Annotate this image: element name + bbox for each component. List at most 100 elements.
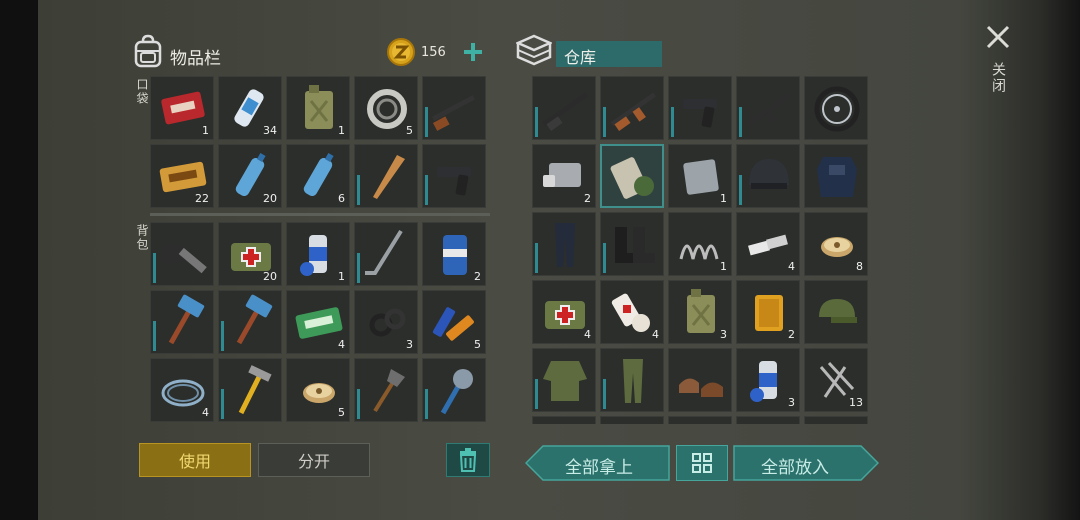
inventory-slot[interactable]: 4 — [150, 358, 214, 422]
durability-bar — [739, 107, 742, 137]
close-icon — [986, 25, 1010, 49]
inventory-slot[interactable] — [218, 358, 282, 422]
storage-title-box: 仓库 — [556, 41, 662, 67]
inventory-slot[interactable] — [422, 76, 486, 140]
inventory-slot[interactable] — [600, 76, 664, 140]
sort-grid-button[interactable] — [676, 445, 728, 481]
inventory-slot[interactable]: 34 — [218, 76, 282, 140]
item-count: 1 — [720, 192, 727, 205]
inventory-slot[interactable] — [150, 222, 214, 286]
durability-bar — [425, 107, 428, 137]
inventory-slot[interactable]: 1 — [668, 212, 732, 276]
inventory-slot[interactable] — [150, 290, 214, 354]
inventory-slot[interactable] — [804, 76, 868, 140]
inventory-slot[interactable] — [354, 222, 418, 286]
split-button[interactable]: 分开 — [258, 443, 370, 477]
inventory-slot[interactable]: 2 — [532, 144, 596, 208]
inventory-slot[interactable]: 22 — [150, 144, 214, 208]
item-count: 2 — [584, 192, 591, 205]
inventory-slot[interactable] — [354, 144, 418, 208]
inventory-slot[interactable] — [804, 280, 868, 344]
rifle-icon — [542, 92, 589, 131]
inventory-slot-partial[interactable] — [668, 416, 732, 424]
add-coins-button[interactable] — [462, 41, 484, 63]
inventory-slot[interactable]: 3 — [736, 348, 800, 412]
item-count: 5 — [474, 338, 481, 351]
inventory-slot[interactable] — [600, 144, 664, 208]
inventory-title: 物品栏 — [170, 49, 221, 69]
inventory-slot[interactable]: 1 — [150, 76, 214, 140]
inventory-slot[interactable]: 1 — [668, 144, 732, 208]
inventory-slot[interactable]: 1 — [286, 222, 350, 286]
inventory-slot[interactable] — [736, 76, 800, 140]
inventory-slot[interactable]: 13 — [804, 348, 868, 412]
backpack-label: 背包 — [135, 224, 149, 252]
wheel-icon — [814, 86, 860, 132]
storage-scroll-area[interactable]: 2 1 1 4 8 4 4 3 2 3 13 — [532, 76, 872, 424]
inventory-slot[interactable] — [354, 358, 418, 422]
item-count: 2 — [788, 328, 795, 341]
inventory-slot[interactable] — [600, 348, 664, 412]
inventory-slot[interactable]: 3 — [668, 280, 732, 344]
inventory-slot[interactable] — [600, 212, 664, 276]
inventory-slot-partial[interactable] — [532, 416, 596, 424]
durability-bar — [357, 175, 360, 205]
helmet-icon — [749, 159, 789, 189]
durability-bar — [603, 243, 606, 273]
inventory-slot[interactable] — [532, 348, 596, 412]
inventory-slot[interactable]: 8 — [804, 212, 868, 276]
inventory-slot-partial[interactable] — [736, 416, 800, 424]
inventory-slot[interactable]: 20 — [218, 144, 282, 208]
item-count: 6 — [338, 192, 345, 205]
inventory-slot[interactable]: 2 — [736, 280, 800, 344]
inventory-slot[interactable] — [422, 144, 486, 208]
inventory-slot[interactable] — [532, 76, 596, 140]
storage-box-icon — [514, 34, 554, 66]
put-all-button[interactable]: 全部放入 — [733, 445, 879, 481]
durability-bar — [221, 389, 224, 419]
close-label: 关闭 — [990, 62, 1006, 94]
inventory-slot[interactable] — [422, 358, 486, 422]
trash-icon — [459, 448, 477, 472]
pocket-divider — [150, 213, 490, 216]
inventory-slot[interactable] — [218, 290, 282, 354]
inventory-slot[interactable] — [736, 144, 800, 208]
inventory-slot[interactable] — [804, 144, 868, 208]
inventory-slot[interactable] — [668, 76, 732, 140]
inventory-slot[interactable]: 4 — [600, 280, 664, 344]
boots-icon — [615, 227, 655, 263]
inventory-slot[interactable]: 5 — [354, 76, 418, 140]
inventory-slot[interactable]: 6 — [286, 144, 350, 208]
close-button[interactable]: 关闭 — [982, 22, 1014, 110]
item-count: 8 — [856, 260, 863, 273]
game-inventory-screen: 物品栏 156 口袋 背包 1 34 1 5 22 20 6 20 1 2 4 3 5 4 5 使用 分开 — [0, 0, 1080, 520]
inventory-slot[interactable]: 4 — [736, 212, 800, 276]
inventory-slot[interactable] — [668, 348, 732, 412]
use-button-label: 使用 — [178, 452, 211, 471]
inventory-slot[interactable]: 5 — [286, 358, 350, 422]
take-all-button[interactable]: 全部拿上 — [525, 445, 671, 481]
inventory-slot[interactable] — [532, 212, 596, 276]
inventory-slot[interactable]: 4 — [286, 290, 350, 354]
durability-bar — [603, 107, 606, 137]
item-count: 1 — [720, 260, 727, 273]
inventory-slot[interactable]: 4 — [532, 280, 596, 344]
trash-button[interactable] — [446, 443, 490, 477]
use-button[interactable]: 使用 — [139, 443, 251, 477]
item-count: 1 — [338, 124, 345, 137]
pocket-label: 口袋 — [135, 78, 149, 106]
inventory-slot[interactable]: 1 — [286, 76, 350, 140]
item-count: 1 — [338, 270, 345, 283]
durability-bar — [535, 379, 538, 409]
inventory-slot[interactable]: 3 — [354, 290, 418, 354]
inventory-slot-partial[interactable] — [804, 416, 868, 424]
durability-bar — [357, 253, 360, 283]
inventory-slot[interactable]: 5 — [422, 290, 486, 354]
inventory-slot[interactable]: 2 — [422, 222, 486, 286]
durability-bar — [425, 389, 428, 419]
put-all-label: 全部放入 — [761, 458, 829, 478]
inventory-slot[interactable]: 20 — [218, 222, 282, 286]
inventory-slot-partial[interactable] — [600, 416, 664, 424]
hockey-stick-icon — [365, 229, 403, 275]
item-count: 4 — [652, 328, 659, 341]
